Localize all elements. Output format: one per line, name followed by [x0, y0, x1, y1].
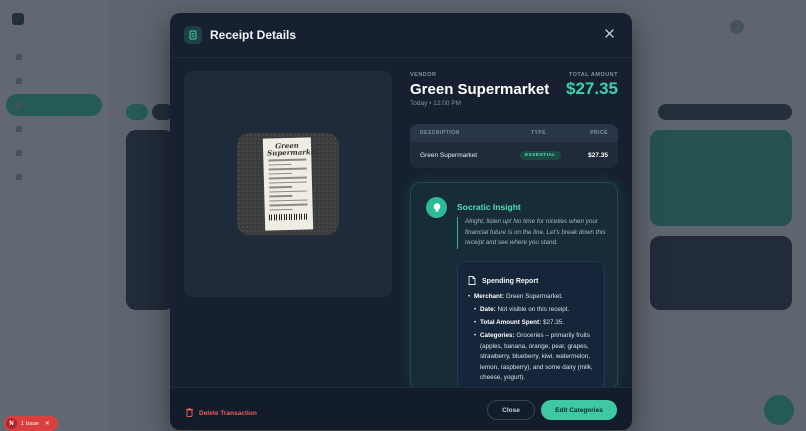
table-header: DESCRIPTION TYPE PRICE	[410, 124, 618, 142]
modal-footer: Delete Transaction Close Edit Categories	[170, 387, 632, 430]
list-item: Merchant: Green Supermarket.	[468, 292, 600, 303]
row-description: Green Supermarket	[420, 151, 478, 159]
header-price: PRICE	[590, 130, 608, 136]
socratic-insight-card: Socratic Insight Alright, listen up! No …	[410, 182, 618, 390]
receipt-icon	[184, 26, 202, 44]
document-icon	[468, 272, 476, 290]
receipt-barcode	[268, 213, 309, 221]
close-icon[interactable]: ✕	[45, 420, 50, 427]
close-icon[interactable]	[602, 26, 616, 40]
modal-body: Green Supermarket VENDOR TOTAL AMOUNT Gr…	[170, 57, 632, 390]
report-list: Merchant: Green Supermarket. Date: Not v…	[468, 292, 600, 386]
total-amount-label: TOTAL AMOUNT	[568, 72, 618, 78]
transaction-date: Today • 12:00 PM	[410, 100, 462, 107]
modal-title: Receipt Details	[210, 28, 297, 42]
receipt-paper-title: Green Supermarket	[267, 140, 319, 158]
delete-transaction-label: Delete Transaction	[199, 409, 257, 417]
header-description: DESCRIPTION	[420, 130, 460, 136]
header-type: TYPE	[531, 130, 547, 136]
receipt-paper: Green Supermarket	[262, 137, 319, 231]
issue-count: 1 Issue	[21, 420, 39, 427]
issue-badge[interactable]: N 1 Issue ✕	[4, 416, 58, 431]
edit-categories-button[interactable]: Edit Categories	[541, 400, 617, 420]
total-amount: $27.35	[566, 79, 618, 98]
table-row[interactable]: Green Supermarket ESSENTIAL $27.35	[410, 142, 618, 168]
receipt-details-modal: Receipt Details Green Supermarket VENDOR…	[170, 13, 632, 430]
issue-avatar: N	[6, 418, 17, 429]
vendor-label: VENDOR	[410, 72, 437, 78]
report-header: Spending Report	[468, 272, 538, 290]
list-item: Total Amount Spent: $27.35.	[474, 318, 600, 329]
type-badge: ESSENTIAL	[520, 150, 561, 160]
insight-quote: Alright, listen up! No time for niceties…	[457, 217, 607, 249]
report-title: Spending Report	[482, 277, 539, 285]
receipt-image-panel: Green Supermarket	[184, 71, 392, 297]
insight-title: Socratic Insight	[457, 202, 521, 212]
spending-report: Spending Report Merchant: Green Supermar…	[457, 261, 605, 389]
list-item: Categories: Groceries – primarily fruits…	[474, 331, 600, 384]
vendor-name: Green Supermarket	[410, 81, 550, 98]
delete-transaction-button[interactable]: Delete Transaction	[186, 404, 257, 422]
receipt-image[interactable]: Green Supermarket	[237, 133, 339, 235]
line-items-table: DESCRIPTION TYPE PRICE Green Supermarket…	[410, 124, 618, 168]
list-item: Date: Not visible on this receipt.	[474, 305, 600, 316]
close-button[interactable]: Close	[487, 400, 535, 420]
modal-header: Receipt Details	[170, 13, 632, 57]
trash-icon	[186, 404, 193, 422]
lightbulb-icon	[426, 197, 447, 218]
row-price: $27.35	[588, 151, 608, 159]
